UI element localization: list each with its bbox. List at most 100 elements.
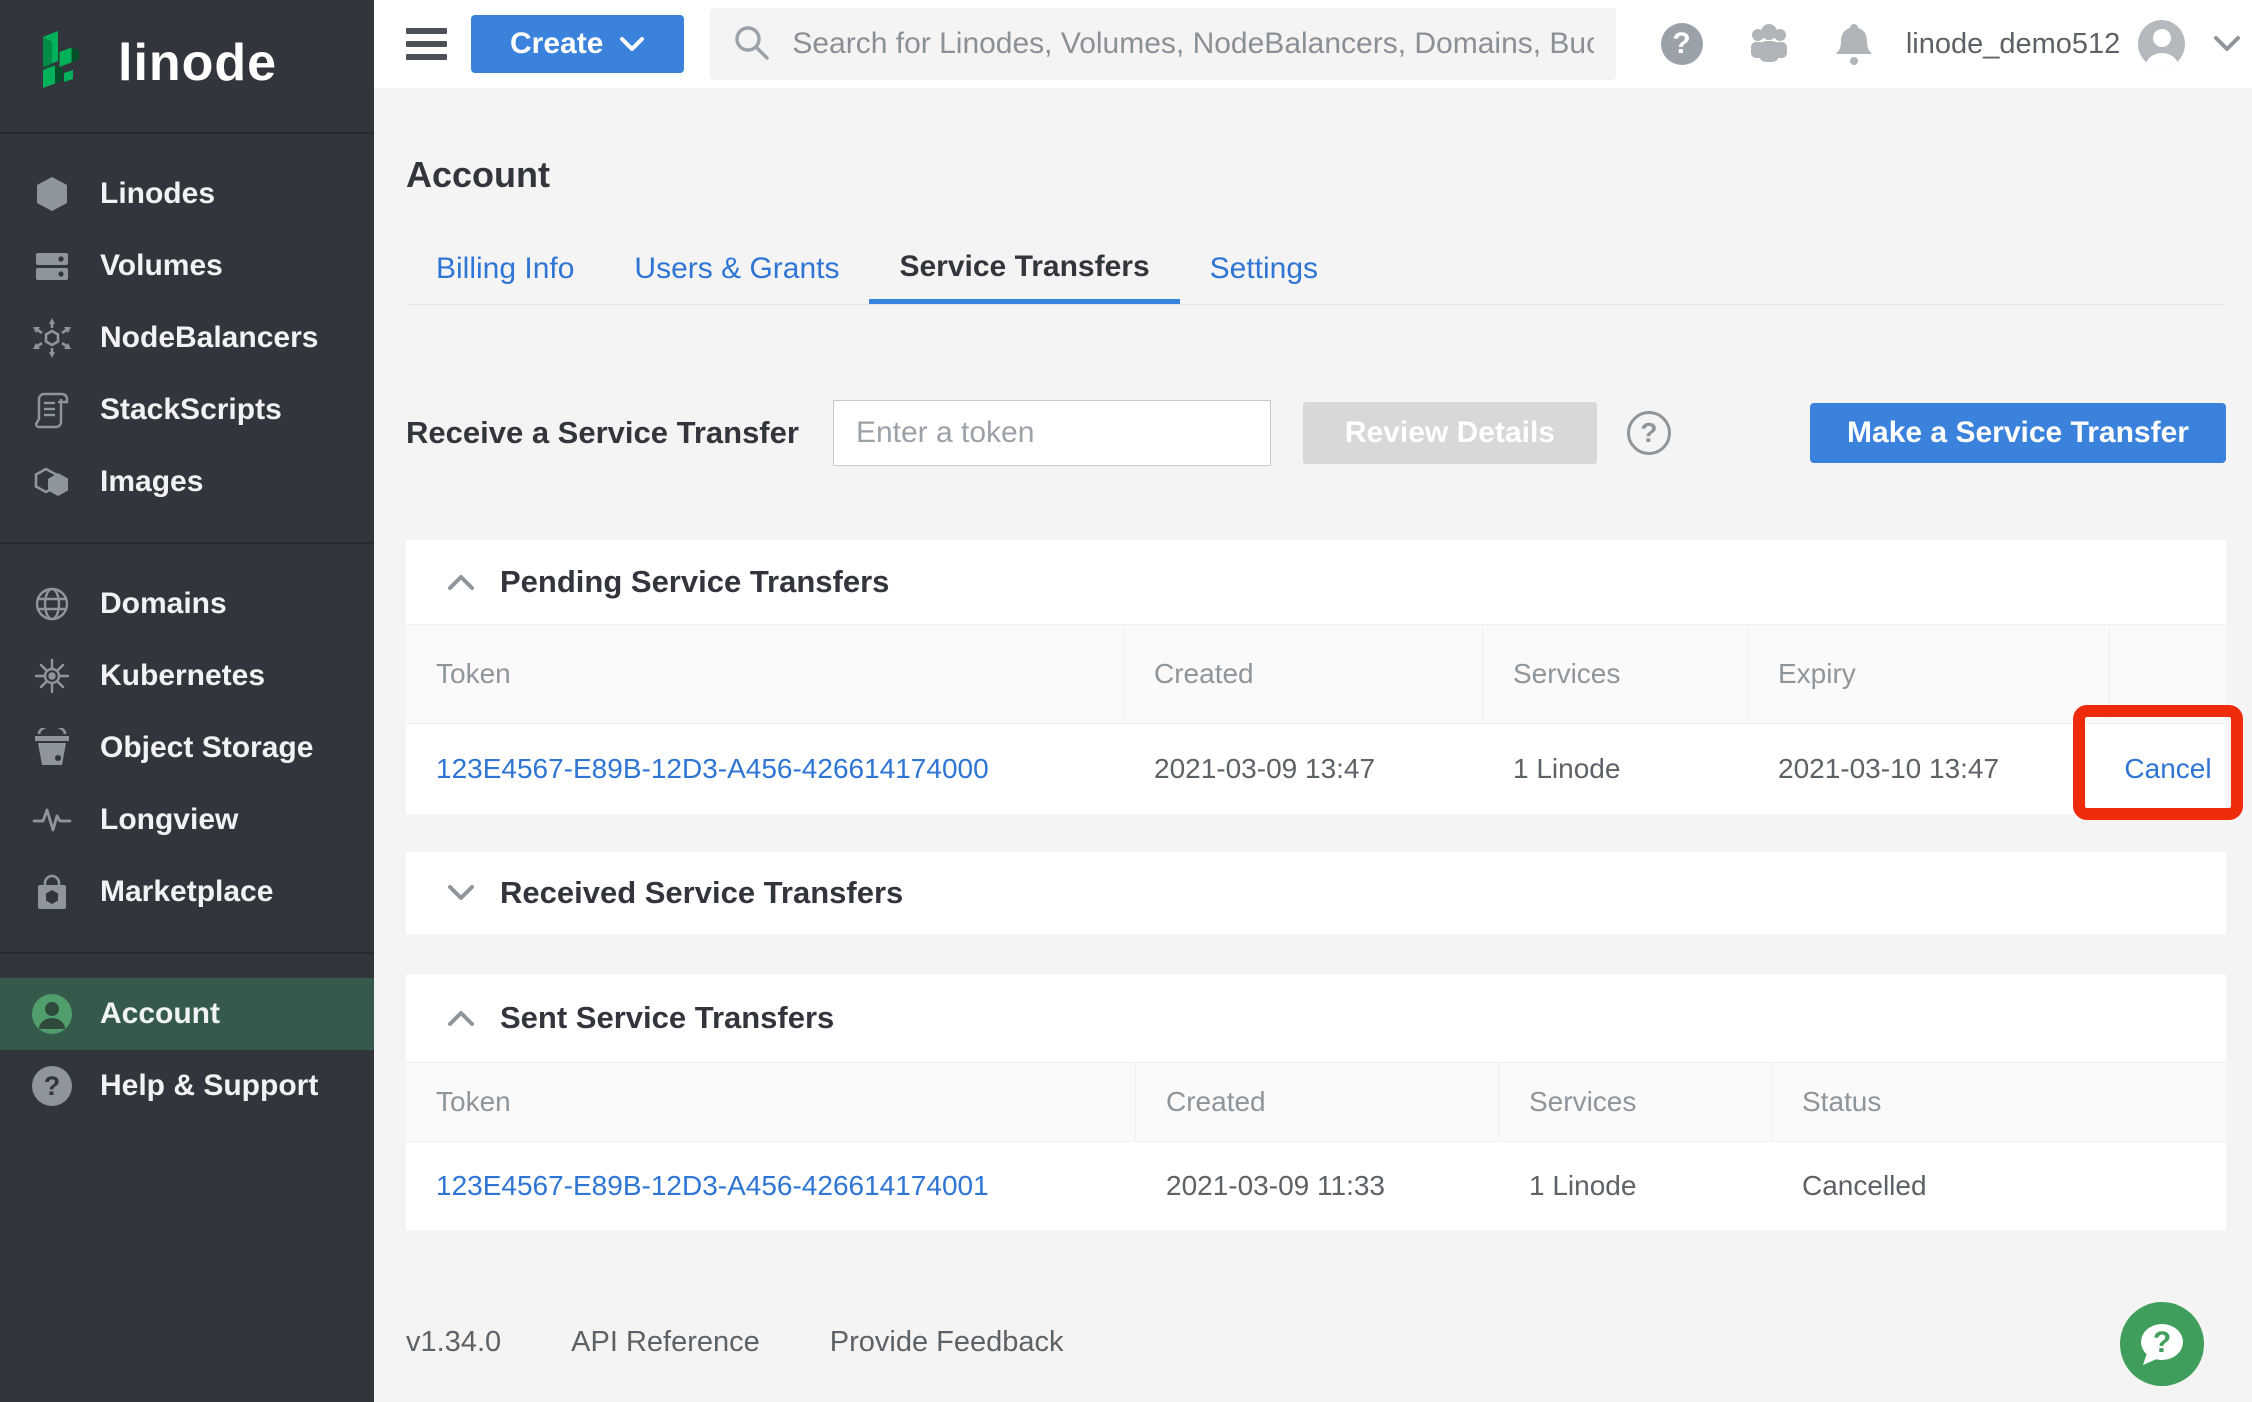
domains-icon xyxy=(30,582,74,626)
pending-transfers-title: Pending Service Transfers xyxy=(500,564,889,600)
column-header-services: Services xyxy=(1483,625,1748,723)
sidebar-item-nodebalancers[interactable]: NodeBalancers xyxy=(0,302,374,374)
avatar[interactable] xyxy=(2138,20,2185,68)
token-input[interactable] xyxy=(833,400,1271,466)
svg-text:?: ? xyxy=(2153,1326,2171,1359)
sent-status-cell: Cancelled xyxy=(1772,1142,2226,1230)
review-details-button[interactable]: Review Details xyxy=(1303,402,1597,464)
received-transfers-title: Received Service Transfers xyxy=(500,875,903,911)
sidebar-item-domains[interactable]: Domains xyxy=(0,568,374,640)
topbar: Create ? linode_demo512 xyxy=(374,0,2252,88)
longview-icon xyxy=(30,798,74,842)
column-header-expiry: Expiry xyxy=(1748,625,2110,723)
images-icon xyxy=(30,460,74,504)
chevron-down-icon xyxy=(619,35,645,53)
create-button-label: Create xyxy=(510,27,603,61)
account-tabs: Billing Info Users & Grants Service Tran… xyxy=(406,234,2226,305)
footer: v1.34.0 API Reference Provide Feedback xyxy=(406,1326,1064,1359)
sidebar-item-images[interactable]: Images xyxy=(0,446,374,518)
sent-transfer-row: 123E4567-E89B-12D3-A456-426614174001 202… xyxy=(406,1142,2226,1230)
provide-feedback-link[interactable]: Provide Feedback xyxy=(830,1326,1064,1359)
tab-service-transfers[interactable]: Service Transfers xyxy=(869,234,1179,304)
marketplace-icon xyxy=(30,870,74,914)
sidebar: linode Linodes Volumes xyxy=(0,0,374,1402)
sidebar-item-volumes[interactable]: Volumes xyxy=(0,230,374,302)
search-input[interactable] xyxy=(790,26,1596,62)
receive-transfer-label: Receive a Service Transfer xyxy=(406,415,799,451)
sent-token-link[interactable]: 123E4567-E89B-12D3-A456-426614174001 xyxy=(436,1170,989,1202)
community-icon xyxy=(1743,22,1795,66)
menu-toggle-button[interactable] xyxy=(406,28,447,60)
sidebar-item-longview[interactable]: Longview xyxy=(0,784,374,856)
sidebar-item-marketplace[interactable]: Marketplace xyxy=(0,856,374,928)
column-header-created: Created xyxy=(1124,625,1483,723)
tab-billing-info[interactable]: Billing Info xyxy=(406,234,604,304)
column-header-token: Token xyxy=(406,625,1124,723)
chevron-down-icon xyxy=(2212,34,2242,54)
sidebar-item-kubernetes[interactable]: Kubernetes xyxy=(0,640,374,712)
version-link[interactable]: v1.34.0 xyxy=(406,1326,501,1359)
pending-services-cell: 1 Linode xyxy=(1483,724,1748,814)
sidebar-item-help-support[interactable]: ? Help & Support xyxy=(0,1050,374,1122)
sidebar-item-stackscripts[interactable]: StackScripts xyxy=(0,374,374,446)
received-transfers-header[interactable]: Received Service Transfers xyxy=(406,852,2226,934)
column-header-actions xyxy=(2110,625,2226,723)
received-transfers-panel: Received Service Transfers xyxy=(406,852,2226,934)
sent-services-cell: 1 Linode xyxy=(1499,1142,1772,1230)
column-header-services: Services xyxy=(1499,1063,1772,1141)
global-search[interactable] xyxy=(710,8,1616,80)
sent-created-cell: 2021-03-09 11:33 xyxy=(1136,1142,1499,1230)
sent-transfers-header[interactable]: Sent Service Transfers xyxy=(406,974,2226,1062)
create-button[interactable]: Create xyxy=(471,15,684,73)
pending-expiry-cell: 2021-03-10 13:47 xyxy=(1748,724,2110,814)
receive-transfer-section: Receive a Service Transfer Review Detail… xyxy=(406,398,2226,468)
notifications-button[interactable] xyxy=(1829,18,1880,70)
user-menu-toggle[interactable] xyxy=(2201,18,2252,70)
account-icon xyxy=(30,992,74,1036)
sidebar-item-linodes[interactable]: Linodes xyxy=(0,158,374,230)
main-content: Account Billing Info Users & Grants Serv… xyxy=(374,88,2252,1402)
column-header-created: Created xyxy=(1136,1063,1499,1141)
help-circle-icon: ? xyxy=(30,1064,74,1108)
sent-table-header: Token Created Services Status xyxy=(406,1062,2226,1142)
sent-transfers-panel: Sent Service Transfers Token Created Ser… xyxy=(406,974,2226,1230)
chevron-up-icon xyxy=(446,1008,476,1028)
kubernetes-icon xyxy=(30,654,74,698)
make-service-transfer-button[interactable]: Make a Service Transfer xyxy=(1810,403,2226,463)
tab-users-grants[interactable]: Users & Grants xyxy=(604,234,869,304)
pending-transfer-row: 123E4567-E89B-12D3-A456-426614174000 202… xyxy=(406,724,2226,814)
linodes-icon xyxy=(30,172,74,216)
sidebar-divider xyxy=(0,542,374,544)
chevron-down-icon xyxy=(446,883,476,903)
support-chat-button[interactable]: ? xyxy=(2120,1302,2204,1386)
column-header-status: Status xyxy=(1772,1063,2226,1141)
sidebar-nav: Linodes Volumes xyxy=(0,134,374,1146)
linode-logo-icon xyxy=(34,28,100,105)
svg-text:?: ? xyxy=(44,1071,61,1101)
tab-settings[interactable]: Settings xyxy=(1180,234,1348,304)
username[interactable]: linode_demo512 xyxy=(1906,28,2120,61)
nodebalancers-icon xyxy=(30,316,74,360)
token-help-icon[interactable]: ? xyxy=(1627,411,1671,455)
sent-transfers-title: Sent Service Transfers xyxy=(500,1000,834,1036)
column-header-token: Token xyxy=(406,1063,1136,1141)
api-reference-link[interactable]: API Reference xyxy=(571,1326,760,1359)
pending-transfers-panel: Pending Service Transfers Token Created … xyxy=(406,540,2226,814)
linode-logo[interactable]: linode xyxy=(0,0,374,134)
community-button[interactable] xyxy=(1743,18,1795,70)
linode-logo-text: linode xyxy=(118,33,277,93)
help-icon: ? xyxy=(1661,23,1703,65)
pending-table-header: Token Created Services Expiry xyxy=(406,624,2226,724)
pending-token-link[interactable]: 123E4567-E89B-12D3-A456-426614174000 xyxy=(436,753,989,785)
help-button[interactable]: ? xyxy=(1656,18,1707,70)
cancel-transfer-button[interactable]: Cancel xyxy=(2124,753,2211,785)
sidebar-item-object-storage[interactable]: Object Storage xyxy=(0,712,374,784)
search-icon xyxy=(730,21,772,68)
sidebar-item-account[interactable]: Account xyxy=(0,978,374,1050)
page-title: Account xyxy=(406,154,550,196)
chat-question-icon: ? xyxy=(2133,1315,2191,1373)
pending-transfers-header[interactable]: Pending Service Transfers xyxy=(406,540,2226,624)
volumes-icon xyxy=(30,244,74,288)
pending-created-cell: 2021-03-09 13:47 xyxy=(1124,724,1483,814)
stackscripts-icon xyxy=(30,388,74,432)
